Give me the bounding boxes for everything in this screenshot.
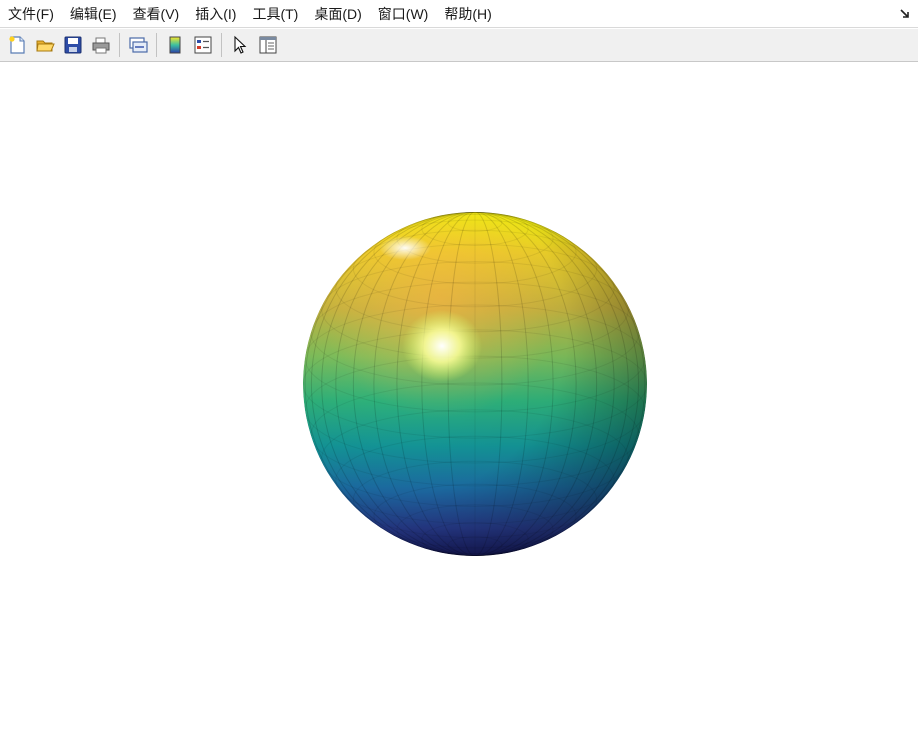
menu-file[interactable]: 文件(F) <box>0 0 62 28</box>
menu-view[interactable]: 查看(V) <box>125 0 188 28</box>
toolbar-separator <box>221 33 222 57</box>
link-plot-button[interactable] <box>127 34 149 56</box>
print-button[interactable] <box>90 34 112 56</box>
figure-canvas[interactable] <box>0 62 918 728</box>
link-plot-icon <box>129 37 148 53</box>
menu-help[interactable]: 帮助(H) <box>436 0 499 28</box>
insert-colorbar-icon <box>169 36 181 54</box>
insert-colorbar-button[interactable] <box>164 34 186 56</box>
menu-bar: 文件(F) 编辑(E) 查看(V) 插入(I) 工具(T) 桌面(D) 窗口(W… <box>0 0 918 28</box>
new-figure-icon <box>9 36 25 54</box>
menu-tools[interactable]: 工具(T) <box>244 0 306 28</box>
menu-edit[interactable]: 编辑(E) <box>62 0 125 28</box>
menu-desktop[interactable]: 桌面(D) <box>306 0 369 28</box>
dock-figure-icon[interactable] <box>898 6 912 20</box>
insert-legend-icon <box>194 36 212 54</box>
sphere-surface-plot[interactable] <box>0 62 918 728</box>
property-inspector-button[interactable] <box>257 34 279 56</box>
toolbar-separator <box>119 33 120 57</box>
property-inspector-icon <box>259 36 277 54</box>
edit-plot-button[interactable] <box>229 34 251 56</box>
menu-window[interactable]: 窗口(W) <box>370 0 437 28</box>
save-icon <box>64 36 82 54</box>
save-button[interactable] <box>62 34 84 56</box>
edit-plot-pointer-icon <box>234 35 247 54</box>
figure-toolbar <box>0 29 918 62</box>
toolbar-separator <box>156 33 157 57</box>
new-figure-button[interactable] <box>6 34 28 56</box>
insert-legend-button[interactable] <box>192 34 214 56</box>
menu-insert[interactable]: 插入(I) <box>187 0 244 28</box>
print-icon <box>92 37 110 54</box>
open-file-button[interactable] <box>34 34 56 56</box>
open-file-icon <box>36 40 55 52</box>
